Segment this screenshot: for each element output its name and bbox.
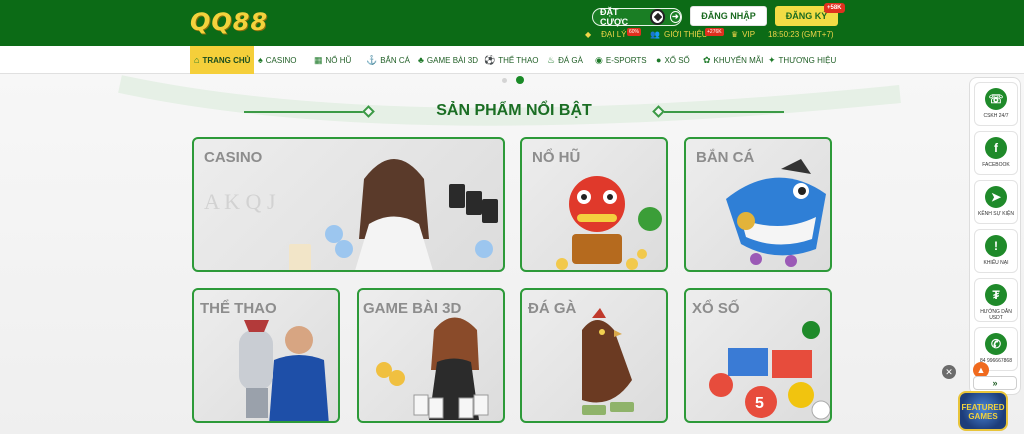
sport-icon: ⚽ bbox=[484, 54, 496, 65]
nav-brand[interactable]: ✦ THƯƠNG HIỆU bbox=[768, 46, 836, 74]
side-contact-panel: ☏ CSKH 24/7 f FACEBOOK ➤ KÊNH SỰ KIỆN ! … bbox=[969, 77, 1021, 395]
cockfight-artwork bbox=[582, 308, 634, 415]
slots-artwork bbox=[556, 176, 662, 270]
nav-sports[interactable]: ⚽ THỂ THAO bbox=[484, 46, 539, 74]
lottery-icon: ● bbox=[656, 55, 662, 65]
soccer-ball-icon bbox=[649, 9, 665, 25]
home-icon: ⌂ bbox=[194, 55, 200, 65]
close-icon[interactable]: ✕ bbox=[942, 365, 956, 379]
users-icon: 👥 bbox=[650, 30, 660, 39]
svg-text:5: 5 bbox=[755, 395, 764, 412]
carousel-dot[interactable] bbox=[502, 77, 507, 83]
card-games-artwork bbox=[376, 317, 489, 420]
title-divider-left bbox=[244, 111, 364, 113]
register-bonus-badge: +58K bbox=[824, 3, 845, 13]
vip-label: VIP bbox=[742, 30, 756, 39]
nav-label: CASINO bbox=[265, 55, 297, 65]
expand-panel-button[interactable]: » bbox=[973, 376, 1017, 390]
event-channel-button[interactable]: ➤ KÊNH SỰ KIỆN bbox=[974, 180, 1018, 224]
product-card-sports[interactable]: THỂ THAO bbox=[192, 288, 340, 423]
vip-link[interactable]: ♛ VIP bbox=[731, 30, 755, 39]
nav-card-games[interactable]: ♣ GAME BÀI 3D bbox=[418, 46, 478, 74]
nav-label: E-SPORTS bbox=[605, 55, 647, 65]
usdt-icon: ₮ bbox=[985, 284, 1007, 306]
lottery-artwork: 5 bbox=[709, 321, 830, 420]
login-button[interactable]: ĐĂNG NHẬP bbox=[690, 6, 767, 26]
casino-icon: ♠ bbox=[258, 55, 263, 65]
nav-label: GAME BÀI 3D bbox=[426, 55, 479, 65]
gamepad-icon: ◉ bbox=[595, 54, 603, 65]
product-card-slots[interactable]: NỔ HŨ bbox=[520, 137, 668, 272]
brand-icon: ✦ bbox=[768, 54, 776, 65]
cards-icon: ♣ bbox=[418, 55, 424, 65]
nav-cockfight[interactable]: ♨ ĐÁ GÀ bbox=[547, 46, 583, 74]
bet-button[interactable]: ĐẶT CƯỢC ➜ bbox=[592, 7, 682, 27]
nav-label: THỂ THAO bbox=[498, 55, 539, 65]
side-label: HƯỚNG DẪN USDT bbox=[980, 309, 1012, 321]
nav-slots[interactable]: ▦ NỔ HŨ bbox=[314, 46, 351, 74]
nav-promotions[interactable]: ✿ KHUYẾN MÃI bbox=[703, 46, 763, 74]
product-card-card-games[interactable]: GAME BÀI 3D bbox=[357, 288, 505, 423]
nav-lottery[interactable]: ● XỔ SỐ bbox=[656, 46, 690, 74]
nav-label: KHUYẾN MÃI bbox=[713, 55, 764, 65]
side-label: KÊNH SỰ KIỆN bbox=[978, 211, 1014, 217]
refer-badge: +276K bbox=[705, 28, 724, 36]
rooster-icon: ♨ bbox=[547, 54, 556, 65]
side-label: CSKH 24/7 bbox=[983, 113, 1009, 119]
refer-label: GIỚI THIỆU bbox=[663, 30, 708, 39]
nav-casino[interactable]: ♠ CASINO bbox=[258, 46, 296, 74]
nav-fishing[interactable]: ⚓ BẮN CÁ bbox=[366, 46, 410, 74]
agent-label: ĐẠI LÝ bbox=[601, 30, 627, 39]
side-label: KHIẾU NẠI bbox=[983, 260, 1009, 266]
sports-artwork bbox=[239, 320, 329, 421]
nav-label: ĐÁ GÀ bbox=[558, 55, 583, 65]
crown-icon: ♛ bbox=[731, 30, 739, 39]
nav-label: NỔ HŨ bbox=[325, 55, 352, 65]
diamond-icon: ◆ bbox=[585, 30, 592, 39]
nav-label: THƯƠNG HIỆU bbox=[778, 55, 837, 65]
refer-link[interactable]: 👥 GIỚI THIỆU bbox=[650, 30, 708, 39]
content-area bbox=[0, 74, 1024, 434]
product-card-cockfight[interactable]: ĐÁ GÀ bbox=[520, 288, 668, 423]
fishing-artwork bbox=[726, 159, 826, 267]
telegram-icon: ➤ bbox=[985, 186, 1007, 208]
agent-badge: 60% bbox=[627, 28, 642, 36]
site-logo[interactable]: QQ88 bbox=[190, 8, 268, 36]
fish-icon: ⚓ bbox=[366, 54, 378, 65]
carousel-dot-active[interactable] bbox=[516, 76, 524, 84]
nav-esports[interactable]: ◉ E-SPORTS bbox=[595, 46, 647, 74]
product-card-fishing[interactable]: BẮN CÁ bbox=[684, 137, 832, 272]
agent-link[interactable]: ◆ ĐẠI LÝ bbox=[585, 30, 627, 39]
complaint-button[interactable]: ! KHIẾU NẠI bbox=[974, 229, 1018, 273]
usdt-guide-button[interactable]: ₮ HƯỚNG DẪN USDT bbox=[974, 278, 1018, 322]
product-card-casino[interactable]: CASINO A K Q J bbox=[192, 137, 505, 272]
complaint-icon: ! bbox=[985, 235, 1007, 257]
svg-text:A K Q J: A K Q J bbox=[204, 189, 276, 214]
title-divider-right bbox=[664, 111, 784, 113]
nav-label: TRANG CHỦ bbox=[202, 55, 251, 65]
casino-artwork: A K Q J bbox=[204, 159, 498, 270]
top-header: QQ88 ĐẶT CƯỢC ➜ ĐĂNG NHẬP ĐĂNG KÝ +58K ◆… bbox=[0, 0, 1024, 46]
main-nav: ⌂ TRANG CHỦ ♠ CASINO ▦ NỔ HŨ ⚓ BẮN CÁ ♣ GAME … bbox=[0, 46, 1024, 74]
gift-icon: ✿ bbox=[703, 54, 711, 65]
nav-label: BẮN CÁ bbox=[380, 55, 411, 65]
slot-icon: ▦ bbox=[314, 54, 323, 65]
nav-home[interactable]: ⌂ TRANG CHỦ bbox=[190, 46, 255, 74]
side-label: FACEBOOK bbox=[982, 162, 1010, 168]
clock: 18:50:23 (GMT+7) bbox=[768, 30, 834, 39]
phone-icon: ✆ bbox=[985, 333, 1007, 355]
featured-games-logo[interactable]: FEATURED GAMES bbox=[958, 391, 1008, 431]
support-button[interactable]: ☏ CSKH 24/7 bbox=[974, 82, 1018, 126]
arrow-right-icon: ➜ bbox=[669, 11, 682, 23]
facebook-button[interactable]: f FACEBOOK bbox=[974, 131, 1018, 175]
product-card-lottery[interactable]: XỔ SỐ 5 bbox=[684, 288, 832, 423]
nav-label: XỔ SỐ bbox=[664, 55, 690, 65]
bet-label: ĐẶT CƯỢC bbox=[600, 7, 629, 27]
headset-icon: ☏ bbox=[985, 88, 1007, 110]
carousel-dots bbox=[502, 76, 533, 84]
facebook-icon: f bbox=[985, 137, 1007, 159]
section-title: SẢN PHẨM NỔI BẬT bbox=[436, 102, 592, 119]
